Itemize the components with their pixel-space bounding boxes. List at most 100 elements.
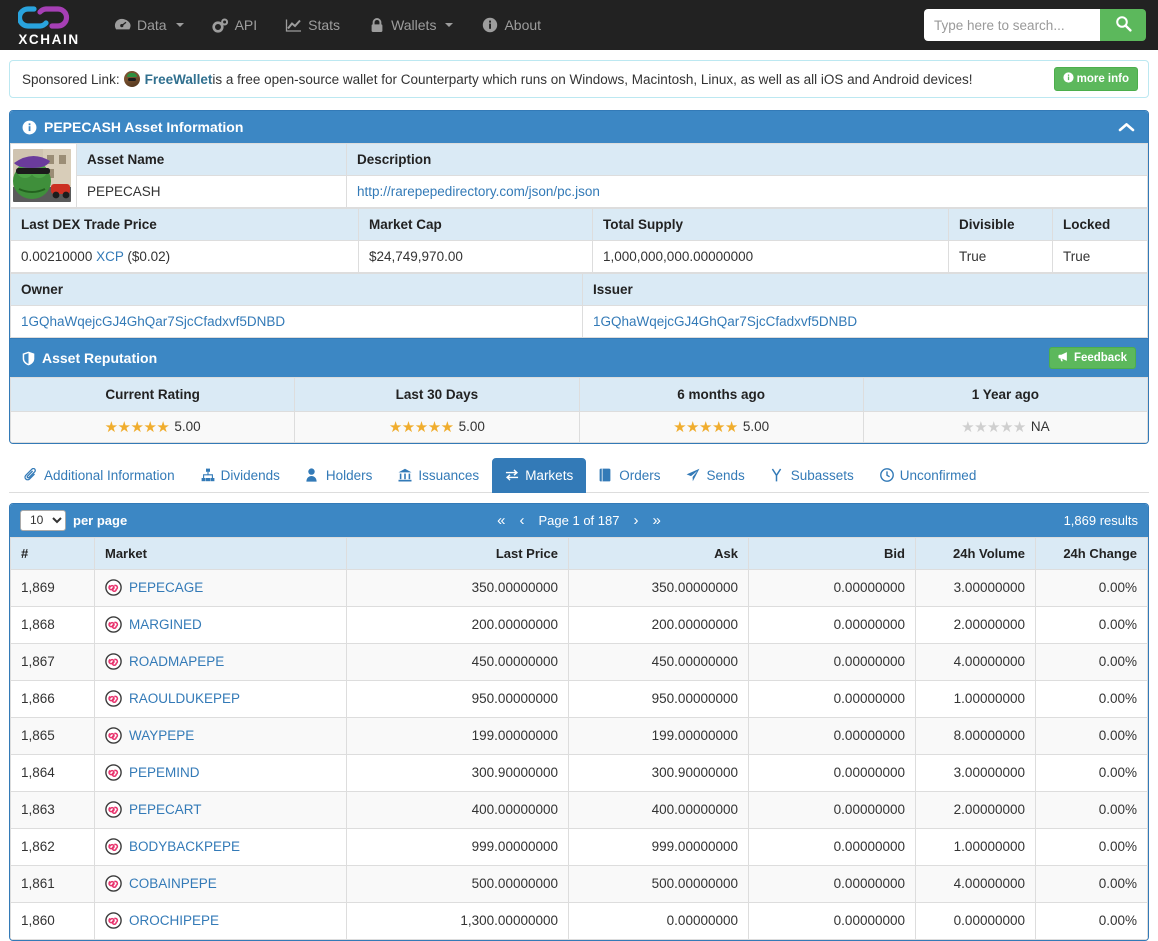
description-link[interactable]: http://rarepepedirectory.com/json/pc.jso… xyxy=(357,184,600,199)
market-link[interactable]: MARGINED xyxy=(129,617,202,632)
tab-label: Subassets xyxy=(790,467,854,483)
market-row-number: 1,863 xyxy=(10,790,95,829)
ask-cell: 400.00000000 xyxy=(568,790,749,829)
last-price-cell: 350.00000000 xyxy=(346,568,569,607)
star-glyph: ★ xyxy=(414,418,428,436)
total-supply-header: Total Supply xyxy=(592,208,949,241)
price-amount: 0.00210000 xyxy=(21,249,93,264)
xcp-coin-icon xyxy=(105,875,122,893)
gears-icon xyxy=(211,18,229,33)
action-cell: view xyxy=(1147,827,1148,866)
market-link[interactable]: PEPECART xyxy=(129,802,202,817)
star-glyph: ★ xyxy=(1012,418,1026,436)
double-chevron-right-icon[interactable]: » xyxy=(652,513,660,528)
chevron-up-icon[interactable] xyxy=(1117,121,1136,134)
sponsor-prefix: Sponsored Link: xyxy=(22,71,120,87)
tab-unconfirmed[interactable]: Unconfirmed xyxy=(867,458,990,493)
star-glyph: ★ xyxy=(156,418,170,436)
chevron-right-icon[interactable]: › xyxy=(633,513,638,528)
chevron-left-icon[interactable]: ‹ xyxy=(520,513,525,528)
more-info-button[interactable]: more info xyxy=(1053,67,1138,91)
tab-label: Dividends xyxy=(220,467,280,483)
bid-cell: 0.00000000 xyxy=(748,605,916,644)
xcp-coin-icon xyxy=(105,616,122,634)
double-chevron-left-icon[interactable]: « xyxy=(497,513,505,528)
tab-subassets[interactable]: Subassets xyxy=(758,458,867,493)
results-count: 1,869 results xyxy=(1063,512,1138,528)
tab-markets[interactable]: Markets xyxy=(492,457,587,493)
feedback-button[interactable]: Feedback xyxy=(1048,347,1136,369)
market-link[interactable]: BODYBACKPEPE xyxy=(129,839,240,854)
reputation-col-header-2: 6 months ago xyxy=(578,377,864,412)
markets-panel: 102550100 per page « ‹ Page 1 of 187 › »… xyxy=(9,502,1149,941)
markets-toolbar: 102550100 per page « ‹ Page 1 of 187 › »… xyxy=(10,503,1148,537)
nav-label-api: API xyxy=(234,17,258,33)
market-row-number: 1,860 xyxy=(10,901,95,940)
tab-additional-information[interactable]: Additional Information xyxy=(11,458,188,493)
ask-cell: 350.00000000 xyxy=(568,568,749,607)
asset-owner-table: Owner Issuer 1GQhaWqejcGJ4GhQar7SjcCfadx… xyxy=(10,273,1148,338)
asset-info-table: Asset Name Description PEPECASH http://r… xyxy=(10,143,1148,208)
market-name-cell: COBAINPEPE xyxy=(94,864,347,903)
change-cell: 0.00% xyxy=(1035,827,1148,866)
market-link[interactable]: ROADMAPEPE xyxy=(129,654,224,669)
reputation-col-header-0: Current Rating xyxy=(10,377,296,412)
table-row: 1,863 PEPECART 400.00000000 400.00000000 0.0… xyxy=(10,790,1148,829)
col-header-num: # xyxy=(10,536,95,570)
nav-item-stats[interactable]: Stats xyxy=(271,9,354,41)
volume-cell: 1.00000000 xyxy=(915,827,1036,866)
table-row: 1,867 ROADMAPEPE 450.00000000 450.00000000 0… xyxy=(10,642,1148,681)
owner-address-link[interactable]: 1GQhaWqejcGJ4GhQar7SjcCfadxvf5DNBD xyxy=(21,314,285,329)
last-price-cell: 950.00000000 xyxy=(346,679,569,718)
total-supply-value: 1,000,000,000.00000000 xyxy=(592,240,949,273)
ask-cell: 0.00000000 xyxy=(568,901,749,940)
tab-dividends[interactable]: Dividends xyxy=(188,458,293,493)
table-row: 1,864 PEPEMIND 300.90000000 300.90000000 0.0… xyxy=(10,753,1148,792)
user-icon xyxy=(306,468,320,483)
sponsor-brand[interactable]: FreeWallet xyxy=(145,72,213,87)
ask-cell: 200.00000000 xyxy=(568,605,749,644)
tab-orders[interactable]: Orders xyxy=(586,458,673,493)
market-link[interactable]: COBAINPEPE xyxy=(129,876,217,891)
search-button[interactable] xyxy=(1100,9,1146,41)
last-price-cell: 1,300.00000000 xyxy=(346,901,569,940)
market-row-number: 1,867 xyxy=(10,642,95,681)
search-input[interactable] xyxy=(924,9,1100,41)
issuer-address-link[interactable]: 1GQhaWqejcGJ4GhQar7SjcCfadxvf5DNBD xyxy=(593,314,857,329)
price-currency-link[interactable]: XCP xyxy=(96,249,124,264)
last-price-cell: 500.00000000 xyxy=(346,864,569,903)
star-glyph: ★ xyxy=(961,418,975,436)
divisible-header: Divisible xyxy=(948,208,1053,241)
volume-cell: 8.00000000 xyxy=(915,716,1036,755)
last-price-cell: 999.00000000 xyxy=(346,827,569,866)
ask-cell: 450.00000000 xyxy=(568,642,749,681)
market-cap-value: $24,749,970.00 xyxy=(358,240,593,273)
volume-cell: 3.00000000 xyxy=(915,753,1036,792)
per-page-select[interactable]: 102550100 xyxy=(20,509,66,531)
reputation-col-header-1: Last 30 Days xyxy=(294,377,580,412)
col-header-volume: 24h Volume xyxy=(915,536,1036,570)
info-circle-icon xyxy=(481,17,498,33)
market-link[interactable]: OROCHIPEPE xyxy=(129,913,219,928)
brand-logo[interactable]: XCHAIN xyxy=(10,5,88,46)
divisible-value: True xyxy=(948,240,1053,273)
last-price-cell: 300.90000000 xyxy=(346,753,569,792)
change-cell: 0.00% xyxy=(1035,864,1148,903)
asset-info-header-row: Asset Name Description xyxy=(10,143,1148,208)
nav-item-about[interactable]: About xyxy=(467,9,555,41)
star-glyph: ★ xyxy=(686,418,699,436)
nav-item-wallets[interactable]: Wallets xyxy=(354,9,467,41)
tab-issuances[interactable]: Issuances xyxy=(385,458,492,493)
market-link[interactable]: RAOULDUKEPEP xyxy=(129,691,240,706)
star-glyph: ★ xyxy=(711,418,725,436)
tab-sends[interactable]: Sends xyxy=(673,458,757,493)
market-link[interactable]: PEPECAGE xyxy=(129,580,203,595)
nav-item-api[interactable]: API xyxy=(198,9,272,41)
nav-item-data[interactable]: Data xyxy=(100,9,198,41)
market-link[interactable]: WAYPEPE xyxy=(129,728,194,743)
star-glyph: ★ xyxy=(388,418,402,436)
tab-holders[interactable]: Holders xyxy=(293,458,386,493)
description-value: http://rarepepedirectory.com/json/pc.jso… xyxy=(346,175,1148,208)
asset-panel-title: PEPECASH Asset Information xyxy=(44,119,244,135)
market-link[interactable]: PEPEMIND xyxy=(129,765,200,780)
